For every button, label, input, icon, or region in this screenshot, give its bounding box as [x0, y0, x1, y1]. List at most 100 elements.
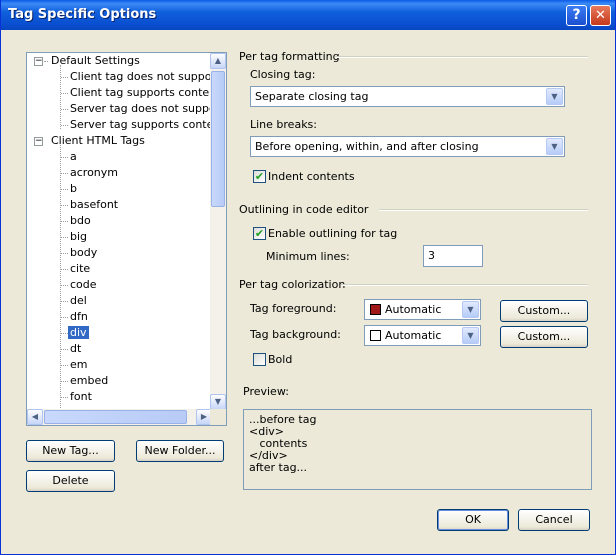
tree-node-label: Client tag supports contents — [70, 86, 212, 99]
tree-line — [61, 173, 68, 174]
tree-node-bdo[interactable]: bdo — [68, 213, 93, 229]
tree-line — [61, 125, 68, 126]
tree-line — [61, 157, 68, 158]
new-tag-label: New Tag... — [42, 444, 99, 457]
tree-node-del[interactable]: del — [68, 293, 89, 309]
tree-line — [61, 301, 68, 302]
tree-node-dfn[interactable]: dfn — [68, 309, 90, 325]
tree-line — [60, 145, 61, 410]
divider — [379, 209, 588, 211]
delete-button[interactable]: Delete — [26, 470, 115, 492]
line-breaks-select[interactable]: Before opening, within, and after closin… — [250, 136, 565, 157]
tree-line — [61, 237, 68, 238]
tree-node-label: del — [70, 294, 87, 307]
scroll-up-button[interactable]: ▲ — [210, 53, 226, 69]
collapse-icon[interactable]: − — [34, 57, 43, 66]
tree-line — [61, 269, 68, 270]
new-folder-label: New Folder... — [144, 444, 216, 457]
enable-outlining-label[interactable]: Enable outlining for tag — [268, 227, 397, 241]
custom-foreground-label: Custom... — [517, 304, 571, 317]
scroll-down-button[interactable]: ▼ — [210, 394, 226, 410]
tree-line — [61, 397, 68, 398]
tree-node-label: dfn — [70, 310, 88, 323]
bold-label[interactable]: Bold — [268, 353, 292, 367]
tag-foreground-select[interactable]: Automatic ▼ — [364, 299, 481, 320]
tree-node-div[interactable]: div — [68, 325, 89, 341]
help-button[interactable]: ? — [566, 5, 587, 26]
tree-node-server-tag-does-not-support[interactable]: Server tag does not support — [68, 101, 212, 117]
ok-button[interactable]: OK — [437, 509, 509, 531]
tag-background-select[interactable]: Automatic ▼ — [364, 325, 481, 346]
tree-node-label: div — [68, 326, 89, 339]
cancel-button[interactable]: Cancel — [518, 509, 590, 531]
scroll-left-button[interactable]: ◀ — [27, 409, 43, 425]
divider — [335, 56, 588, 58]
tree-node-label: bdo — [70, 214, 91, 227]
scroll-down-icon: ▼ — [214, 397, 222, 406]
tree-node-label: basefont — [70, 198, 119, 211]
chevron-down-icon[interactable]: ▼ — [462, 301, 479, 318]
tree-node-label: Server tag supports contents — [70, 118, 212, 131]
chevron-down-icon[interactable]: ▼ — [462, 327, 479, 344]
enable-outlining-checkbox[interactable]: ✔ — [253, 227, 266, 240]
colorization-heading: Per tag colorization — [239, 278, 346, 291]
tree-node-big[interactable]: big — [68, 229, 89, 245]
indent-contents-checkbox[interactable]: ✔ — [253, 170, 266, 183]
tree-node-server-tag-supports-contents[interactable]: Server tag supports contents — [68, 117, 212, 133]
tree-node-code[interactable]: code — [68, 277, 99, 293]
tree-node-em[interactable]: em — [68, 357, 89, 373]
tree-node-client-tag-supports-contents[interactable]: Client tag supports contents — [68, 85, 212, 101]
tree-horizontal-scrollbar[interactable]: ◀ ▶ — [27, 409, 212, 425]
indent-contents-label[interactable]: Indent contents — [268, 170, 355, 184]
chevron-down-icon[interactable]: ▼ — [546, 138, 563, 155]
custom-background-button[interactable]: Custom... — [500, 326, 588, 348]
collapse-icon[interactable]: − — [34, 137, 43, 146]
chevron-down-icon[interactable]: ▼ — [546, 88, 563, 105]
tag-tree-content: − Default Settings − Client HTML Tags Cl… — [27, 53, 212, 410]
ok-label: OK — [465, 513, 481, 526]
tag-foreground-label: Tag foreground: — [250, 302, 337, 315]
tree-node-label: acronym — [70, 166, 118, 179]
formatting-heading: Per tag formatting — [239, 50, 340, 63]
tree-node-client-tag-does-not-support-c[interactable]: Client tag does not support c — [68, 69, 212, 85]
bold-checkbox[interactable] — [253, 353, 266, 366]
preview-line: contents — [249, 437, 308, 450]
tag-tree[interactable]: − Default Settings − Client HTML Tags Cl… — [26, 52, 227, 426]
custom-foreground-button[interactable]: Custom... — [500, 300, 588, 322]
tree-node-a[interactable]: a — [68, 149, 79, 165]
scroll-corner — [210, 409, 226, 425]
tree-node-acronym[interactable]: acronym — [68, 165, 120, 181]
tree-node-label: font — [70, 390, 92, 403]
new-tag-button[interactable]: New Tag... — [26, 440, 115, 462]
close-button[interactable]: ✕ — [590, 5, 611, 26]
tree-node-label: dt — [70, 342, 82, 355]
horizontal-scroll-thumb[interactable] — [44, 410, 187, 424]
tree-node-label: Default Settings — [51, 54, 140, 67]
tree-node-b[interactable]: b — [68, 181, 79, 197]
title-bar[interactable]: Tag Specific Options ? ✕ — [1, 0, 615, 30]
preview-label: Preview: — [243, 385, 289, 398]
minimum-lines-input[interactable]: 3 — [423, 245, 483, 267]
vertical-scroll-thumb[interactable] — [211, 71, 225, 207]
tree-node-font[interactable]: font — [68, 389, 94, 405]
outlining-heading: Outlining in code editor — [239, 203, 369, 216]
tree-line — [60, 65, 61, 129]
tree-node-dt[interactable]: dt — [68, 341, 83, 357]
tree-vertical-scrollbar[interactable]: ▲ ▼ — [210, 53, 226, 410]
scroll-left-icon: ◀ — [31, 412, 39, 421]
tree-node-body[interactable]: body — [68, 245, 99, 261]
tree-node-cite[interactable]: cite — [68, 261, 92, 277]
tree-node-label: Server tag does not support — [70, 102, 212, 115]
tree-node-label: b — [70, 182, 77, 195]
line-breaks-value: Before opening, within, and after closin… — [255, 140, 479, 153]
closing-tag-select[interactable]: Separate closing tag ▼ — [250, 86, 565, 107]
new-folder-button[interactable]: New Folder... — [136, 440, 224, 462]
tree-line — [61, 253, 68, 254]
tree-line — [61, 221, 68, 222]
scroll-up-icon: ▲ — [214, 56, 222, 65]
window-title: Tag Specific Options — [8, 7, 157, 22]
tree-node-basefont[interactable]: basefont — [68, 197, 120, 213]
tree-node-embed[interactable]: embed — [68, 373, 110, 389]
line-breaks-label: Line breaks: — [250, 118, 317, 131]
tree-node-label: Client HTML Tags — [51, 134, 145, 147]
